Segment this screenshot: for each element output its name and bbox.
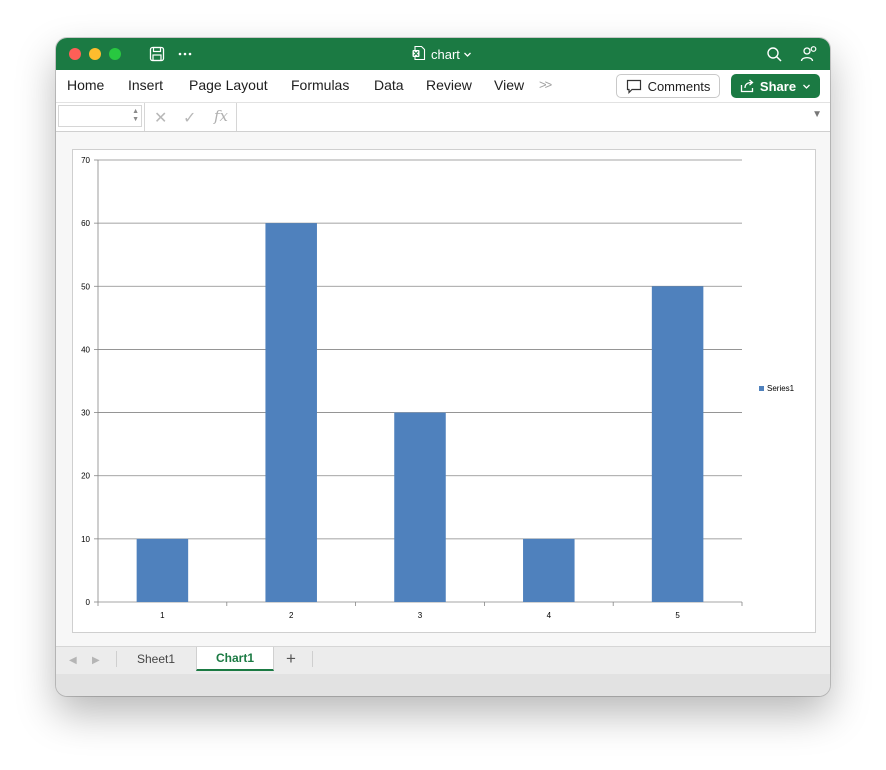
- y-tick-label: 0: [86, 598, 91, 607]
- add-sheet-button[interactable]: +: [286, 649, 296, 669]
- tab-insert[interactable]: Insert: [128, 77, 163, 93]
- formula-bar: ▲ ▼ ✕ ✓ fx ▼: [56, 103, 830, 132]
- share-label: Share: [759, 78, 797, 94]
- tab-formulas[interactable]: Formulas: [291, 77, 349, 93]
- bar: [651, 286, 704, 602]
- formula-input[interactable]: [244, 109, 794, 125]
- y-tick-label: 50: [81, 282, 90, 291]
- document-name: chart: [431, 46, 460, 62]
- y-tick-label: 40: [81, 345, 90, 354]
- bar: [394, 412, 446, 602]
- ribbon: Home Insert Page Layout Formulas Data Re…: [56, 70, 830, 103]
- tab-review[interactable]: Review: [426, 77, 472, 93]
- search-icon[interactable]: [766, 45, 783, 63]
- x-tick-label: 4: [547, 611, 552, 620]
- confirm-formula-icon[interactable]: ✓: [183, 108, 196, 128]
- divider: [144, 103, 145, 131]
- chevron-down-icon: [463, 47, 472, 62]
- x-tick-label: 2: [289, 611, 294, 620]
- document-title[interactable]: chart: [412, 45, 472, 63]
- title-bar: chart: [56, 38, 830, 70]
- excel-window: chart Home Insert Page Layout Formulas D…: [56, 38, 830, 696]
- minimize-window-button[interactable]: [89, 48, 101, 60]
- legend-swatch: [759, 386, 764, 391]
- tab-view[interactable]: View: [494, 77, 524, 93]
- more-options-icon[interactable]: [177, 45, 193, 63]
- previous-sheet-icon[interactable]: ◀: [69, 655, 77, 666]
- save-icon[interactable]: [149, 45, 165, 63]
- share-button[interactable]: Share: [731, 74, 820, 98]
- sheet-tab-sheet1[interactable]: Sheet1: [117, 647, 195, 671]
- comments-label: Comments: [647, 78, 711, 94]
- chevron-down-icon: [803, 84, 811, 89]
- zoom-window-button[interactable]: [109, 48, 121, 60]
- chart-legend[interactable]: Series1: [759, 384, 794, 393]
- x-tick-label: 3: [418, 611, 423, 620]
- legend-series-label: Series1: [767, 384, 795, 393]
- next-sheet-icon[interactable]: ▶: [92, 655, 100, 666]
- divider: [312, 651, 313, 667]
- comments-button[interactable]: Comments: [616, 74, 720, 98]
- y-tick-label: 70: [81, 156, 90, 165]
- insert-function-icon[interactable]: fx: [214, 107, 228, 125]
- comment-icon: [626, 79, 641, 94]
- chart-sheet-area: 0 10 20 30 40 50 60 70 1 2 3 4 5 Series1: [56, 132, 830, 646]
- cancel-formula-icon[interactable]: ✕: [154, 108, 167, 128]
- tab-data[interactable]: Data: [374, 77, 404, 93]
- y-tick-label: 60: [81, 219, 90, 228]
- close-window-button[interactable]: [69, 48, 81, 60]
- tab-home[interactable]: Home: [67, 77, 104, 93]
- divider: [236, 103, 237, 131]
- x-tick-label: 5: [675, 611, 680, 620]
- bar: [265, 223, 317, 602]
- sheet-tab-bar: ◀ ▶ Sheet1 Chart1 +: [56, 646, 830, 675]
- y-tick-label: 10: [81, 535, 90, 544]
- tab-page-layout[interactable]: Page Layout: [189, 77, 268, 93]
- expand-formula-bar-icon[interactable]: ▼: [812, 109, 822, 120]
- chart-area[interactable]: 0 10 20 30 40 50 60 70 1 2 3 4 5 Series1: [72, 149, 816, 633]
- status-bar: [56, 674, 830, 696]
- more-tabs-chevron-icon[interactable]: >>: [539, 77, 552, 92]
- y-tick-label: 30: [81, 409, 90, 418]
- bar-chart: 0 10 20 30 40 50 60 70 1 2 3 4 5: [81, 156, 743, 620]
- share-people-icon[interactable]: [800, 45, 818, 63]
- bar: [136, 538, 189, 602]
- excel-document-icon: [412, 45, 426, 64]
- sheet-tab-chart1[interactable]: Chart1: [196, 647, 274, 671]
- name-box-spinner-icon[interactable]: ▲ ▼: [132, 108, 139, 124]
- name-box[interactable]: ▲ ▼: [58, 105, 142, 127]
- x-tick-label: 1: [160, 611, 165, 620]
- share-icon: [740, 79, 754, 93]
- bar: [523, 538, 575, 602]
- y-tick-label: 20: [81, 472, 90, 481]
